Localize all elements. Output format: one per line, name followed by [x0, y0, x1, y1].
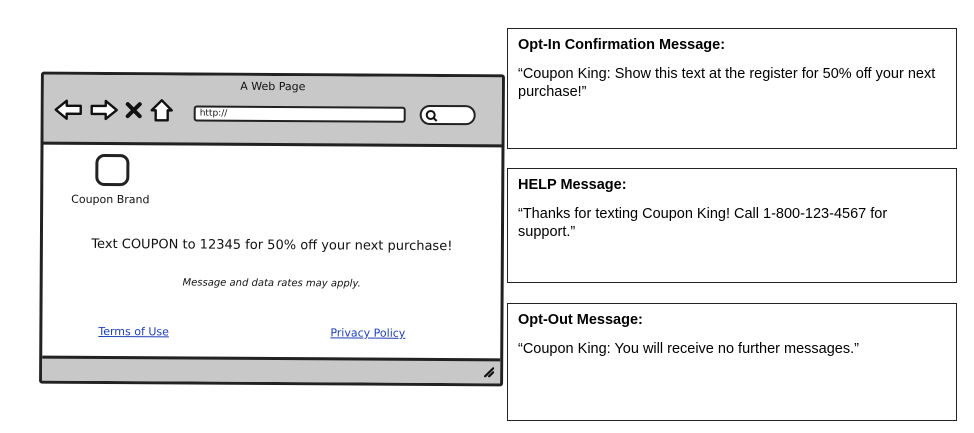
- browser-wireframe: A Web Page http:// Coupon Brand Text COU…: [39, 71, 505, 387]
- close-icon[interactable]: [124, 100, 144, 124]
- help-text: “Thanks for texting Coupon King! Call 1-…: [518, 206, 888, 240]
- help-message-box: HELP Message: “Thanks for texting Coupon…: [507, 168, 957, 283]
- resize-grip-icon[interactable]: [480, 362, 495, 381]
- home-icon[interactable]: [149, 98, 175, 126]
- back-arrow-icon[interactable]: [54, 99, 84, 125]
- opt-out-text: “Coupon King: You will receive no furthe…: [518, 341, 859, 357]
- opt-in-text: “Coupon King: Show this text at the regi…: [518, 66, 936, 100]
- browser-window-title: A Web Page: [240, 79, 306, 94]
- opt-in-message-box: Opt-In Confirmation Message: “Coupon Kin…: [507, 28, 957, 149]
- url-input[interactable]: http://: [193, 105, 406, 123]
- rates-disclaimer: Message and data rates may apply.: [182, 277, 361, 290]
- help-title: HELP Message:: [518, 177, 627, 193]
- opt-in-title: Opt-In Confirmation Message:: [518, 37, 726, 53]
- promo-headline: Text COUPON to 12345 for 50% off your ne…: [91, 236, 453, 255]
- browser-status-bar: [42, 355, 501, 384]
- nav-icons: [54, 97, 175, 128]
- brand-label: Coupon Brand: [71, 192, 150, 207]
- brand-logo: [95, 153, 130, 187]
- opt-out-message-box: Opt-Out Message: “Coupon King: You will …: [507, 303, 957, 421]
- forward-arrow-icon[interactable]: [89, 99, 119, 125]
- browser-toolbar: A Web Page http://: [43, 74, 502, 148]
- browser-content: Coupon Brand Text COUPON to 12345 for 50…: [42, 145, 501, 362]
- privacy-policy-link[interactable]: Privacy Policy: [330, 326, 405, 339]
- terms-of-use-link[interactable]: Terms of Use: [98, 325, 169, 338]
- search-icon[interactable]: [425, 108, 439, 127]
- opt-out-title: Opt-Out Message:: [518, 312, 643, 328]
- search-field[interactable]: [419, 104, 476, 127]
